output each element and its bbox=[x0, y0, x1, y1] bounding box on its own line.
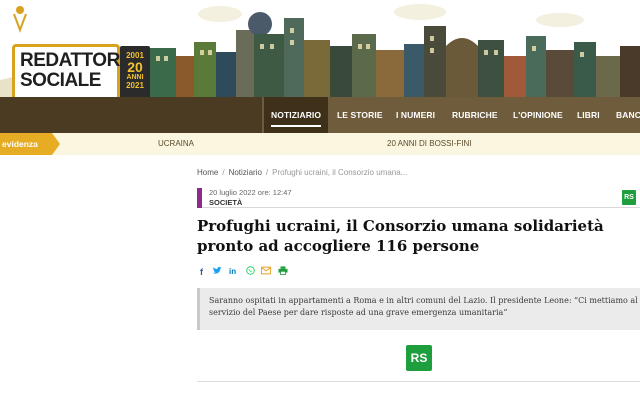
nav-item-le-storie[interactable]: LE STORIE bbox=[337, 97, 383, 133]
rs-logo-large: RS bbox=[406, 345, 432, 371]
evidence-link-bossi-fini[interactable]: 20 ANNI DI BOSSI-FINI bbox=[387, 133, 471, 155]
main-nav: NOTIZIARIO LE STORIE I NUMERI RUBRICHE L… bbox=[0, 97, 640, 133]
evidence-arrow-icon bbox=[52, 133, 60, 155]
category-color-bar bbox=[197, 188, 202, 208]
header-banner: REDATTORE SOCIALE 2001 20 ANNI 2021 bbox=[0, 0, 640, 97]
article-meta: 20 luglio 2022 ore: 12:47 SOCIETÀ RS bbox=[197, 188, 640, 208]
site-logo[interactable]: REDATTORE SOCIALE 2001 20 ANNI 2021 bbox=[4, 38, 150, 97]
logo-line1: REDATTORE bbox=[20, 50, 132, 71]
nav-item-notiziario[interactable]: NOTIZIARIO bbox=[264, 97, 329, 133]
breadcrumb-current: Profughi ucraini, il Consorzio umana... bbox=[272, 168, 408, 177]
logo-line2: SOCIALE bbox=[20, 70, 101, 91]
breadcrumb-separator: / bbox=[222, 168, 225, 177]
abstract-text: Saranno ospitati in appartamenti a Roma … bbox=[209, 296, 638, 317]
evidence-link-ucraina[interactable]: UCRAINA bbox=[158, 133, 194, 155]
email-icon[interactable] bbox=[260, 266, 272, 278]
facebook-icon[interactable]: f bbox=[200, 266, 203, 278]
evidence-bar: evidenza UCRAINA 20 ANNI DI BOSSI-FINI bbox=[0, 133, 640, 155]
nav-item-libri[interactable]: LIBRI bbox=[577, 97, 600, 133]
article-date: 20 luglio 2022 ore: 12:47 bbox=[209, 188, 292, 197]
whatsapp-icon[interactable] bbox=[246, 266, 255, 278]
nav-item-banche-dati[interactable]: BANC bbox=[616, 97, 640, 133]
linkedin-icon[interactable]: in bbox=[229, 266, 236, 278]
divider bbox=[197, 381, 640, 382]
nav-item-lopinione[interactable]: L'OPINIONE bbox=[513, 97, 563, 133]
evidence-label: evidenza bbox=[0, 133, 52, 155]
article-category[interactable]: SOCIETÀ bbox=[209, 198, 242, 207]
twitter-icon[interactable] bbox=[213, 266, 222, 279]
print-icon[interactable] bbox=[278, 266, 288, 278]
nav-item-rubriche[interactable]: RUBRICHE bbox=[452, 97, 498, 133]
anniversary-badge: 2001 20 ANNI 2021 bbox=[120, 46, 150, 97]
years-count: 20 bbox=[127, 59, 143, 75]
years-word: ANNI bbox=[126, 74, 144, 81]
breadcrumb-section[interactable]: Notiziario bbox=[229, 168, 262, 177]
year-end: 2021 bbox=[126, 81, 144, 90]
article-abstract: Saranno ospitati in appartamenti a Roma … bbox=[197, 288, 640, 330]
breadcrumb-separator: / bbox=[265, 168, 269, 177]
breadcrumb-home[interactable]: Home bbox=[197, 168, 218, 177]
nav-item-i-numeri[interactable]: I NUMERI bbox=[396, 97, 435, 133]
article-title: Profughi ucraini, il Consorzio umana sol… bbox=[197, 217, 604, 255]
rs-logo-small: RS bbox=[622, 190, 636, 205]
breadcrumb: Home / Notiziario / Profughi ucraini, il Con… bbox=[197, 168, 407, 177]
nav-left-band bbox=[0, 97, 262, 133]
